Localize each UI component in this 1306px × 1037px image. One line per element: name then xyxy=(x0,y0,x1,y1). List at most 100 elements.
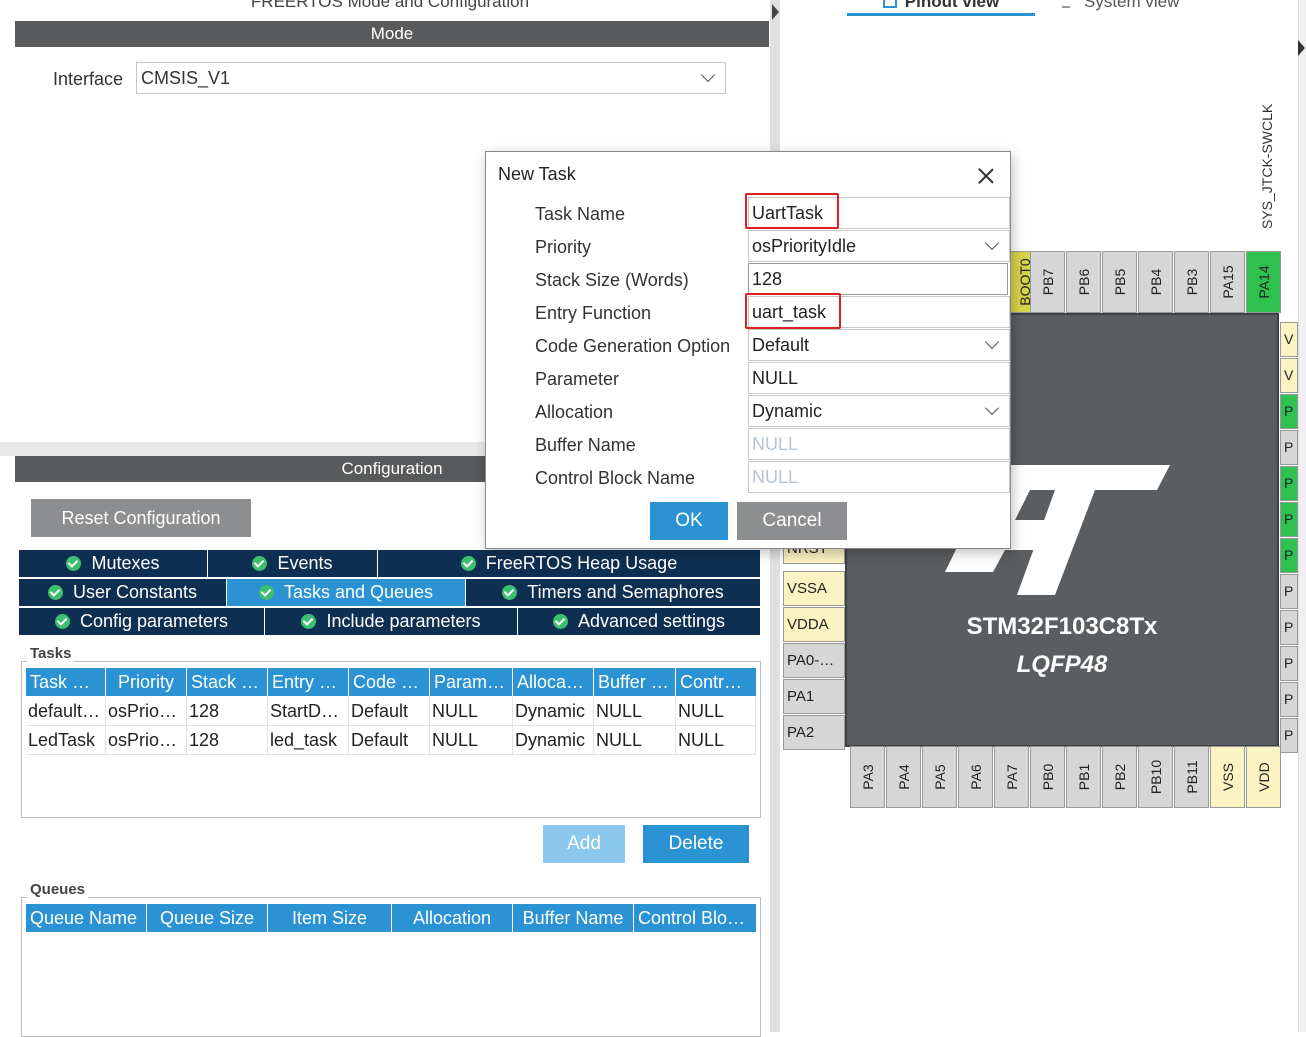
pin-pa1[interactable]: PA1 xyxy=(783,679,845,714)
tab-advanced-settings[interactable]: Advanced settings xyxy=(518,608,760,635)
task-cell: NULL xyxy=(594,726,676,755)
tab-tasks-and-queues[interactable]: Tasks and Queues xyxy=(227,579,466,606)
pin-right[interactable]: P xyxy=(1280,682,1298,717)
pin-vdda[interactable]: VDDA xyxy=(783,607,845,642)
pin-right[interactable]: P xyxy=(1280,430,1298,465)
task-cell: default… xyxy=(26,697,106,726)
add-task-button[interactable]: Add xyxy=(543,825,625,863)
tab-config-parameters[interactable]: Config parameters xyxy=(19,608,265,635)
pin-pb4[interactable]: PB4 xyxy=(1138,251,1173,313)
tab-mutexes[interactable]: Mutexes xyxy=(19,550,208,577)
tab-include-parameters[interactable]: Include parameters xyxy=(265,608,518,635)
control-block-name-input[interactable]: NULL xyxy=(748,461,1010,493)
control-block-name-label: Control Block Name xyxy=(535,468,696,488)
tasks-col-allocation[interactable]: Allocat… xyxy=(513,668,594,696)
pin-vss[interactable]: VSS xyxy=(1210,746,1245,808)
interface-value: CMSIS_V1 xyxy=(141,68,231,88)
pin-pa6[interactable]: PA6 xyxy=(958,746,993,808)
queues-col-queue-name[interactable]: Queue Name xyxy=(26,904,147,932)
pin-right[interactable]: P xyxy=(1280,610,1298,645)
queues-col-queue-size[interactable]: Queue Size xyxy=(147,904,268,932)
interface-select[interactable]: CMSIS_V1 xyxy=(136,62,726,94)
tasks-col-control[interactable]: Contro… xyxy=(676,668,756,696)
pin-pb5[interactable]: PB5 xyxy=(1102,251,1137,313)
tasks-col-code[interactable]: Code … xyxy=(349,668,430,696)
tasks-col-entry[interactable]: Entry … xyxy=(268,668,349,696)
pin-right[interactable]: V xyxy=(1280,322,1298,357)
stack-size-label: Stack Size (Words) xyxy=(535,270,689,290)
priority-select[interactable]: osPriorityIdle xyxy=(748,230,1010,262)
delete-task-button[interactable]: Delete xyxy=(643,825,749,863)
task-cell: osPrio… xyxy=(106,697,187,726)
pin-pb1[interactable]: PB1 xyxy=(1066,746,1101,808)
pin-right[interactable]: P xyxy=(1280,394,1298,429)
dialog-title: New Task xyxy=(498,164,576,184)
tab-freertos-heap-usage[interactable]: FreeRTOS Heap Usage xyxy=(378,550,760,577)
pin-pa15[interactable]: PA15 xyxy=(1210,251,1245,313)
highlight-box xyxy=(745,293,841,329)
collapse-arrow-icon[interactable] xyxy=(772,4,779,20)
panel-title: FREERTOS Mode and Configuration xyxy=(250,0,530,11)
buffer-name-input[interactable]: NULL xyxy=(748,428,1010,460)
pin-right[interactable]: V xyxy=(1280,358,1298,393)
pin-pa2[interactable]: PA2 xyxy=(783,715,845,750)
task-cell: NULL xyxy=(676,697,756,726)
vertical-scrollbar[interactable] xyxy=(1298,0,1306,1032)
pin-pb0[interactable]: PB0 xyxy=(1030,746,1065,808)
close-icon[interactable] xyxy=(974,164,998,188)
allocation-select[interactable]: Dynamic xyxy=(748,395,1010,427)
task-cell: Dynamic xyxy=(513,726,594,755)
pin-pa7[interactable]: PA7 xyxy=(994,746,1029,808)
pin-right[interactable]: P xyxy=(1280,646,1298,681)
pin-pb11[interactable]: PB11 xyxy=(1174,746,1209,808)
pin-pa4[interactable]: PA4 xyxy=(886,746,921,808)
tasks-col-priority[interactable]: Priority xyxy=(106,668,187,696)
check-circle-icon xyxy=(552,614,568,629)
tab-user-constants[interactable]: User Constants xyxy=(19,579,227,606)
pin-pb6[interactable]: PB6 xyxy=(1066,251,1101,313)
expand-arrow-icon[interactable] xyxy=(1298,40,1305,56)
task-cell: NULL xyxy=(430,726,513,755)
pin-pa14[interactable]: PA14 xyxy=(1246,251,1281,313)
tasks-col-task-name[interactable]: Task … xyxy=(26,668,106,696)
pin-right[interactable]: P xyxy=(1280,574,1298,609)
task-cell: Dynamic xyxy=(513,697,594,726)
pin-pa3[interactable]: PA3 xyxy=(850,746,885,808)
queues-col-buffer-name[interactable]: Buffer Name xyxy=(513,904,634,932)
chevron-down-icon xyxy=(700,67,716,83)
pin-right[interactable]: P xyxy=(1280,538,1298,573)
ok-button[interactable]: OK xyxy=(650,502,728,540)
tab-events[interactable]: Events xyxy=(208,550,378,577)
queues-col-allocation[interactable]: Allocation xyxy=(392,904,513,932)
reset-configuration-button[interactable]: Reset Configuration xyxy=(31,499,251,537)
pin-pb2[interactable]: PB2 xyxy=(1102,746,1137,808)
queues-col-control-block[interactable]: Control Blo… xyxy=(634,904,756,932)
highlight-box xyxy=(745,193,839,229)
pin-vssa[interactable]: VSSA xyxy=(783,571,845,606)
tasks-col-stack[interactable]: Stack … xyxy=(187,668,268,696)
pin-pa5[interactable]: PA5 xyxy=(922,746,957,808)
pin-right[interactable]: P xyxy=(1280,718,1298,753)
stack-size-input[interactable]: 128 xyxy=(748,263,1008,295)
pin-pa0[interactable]: PA0-… xyxy=(783,643,845,678)
task-cell: 128 xyxy=(187,726,268,755)
pin-pb3[interactable]: PB3 xyxy=(1174,251,1209,313)
task-cell: Default xyxy=(349,697,430,726)
queues-col-item-size[interactable]: Item Size xyxy=(268,904,392,932)
tab-system-view[interactable]: System view xyxy=(1062,0,1179,12)
list-icon xyxy=(1062,0,1070,8)
pin-pb10[interactable]: PB10 xyxy=(1138,746,1173,808)
pin-right[interactable]: P xyxy=(1280,502,1298,537)
task-cell: NULL xyxy=(594,697,676,726)
tab-timers-and-semaphores[interactable]: Timers and Semaphores xyxy=(466,579,760,606)
tasks-col-buffer[interactable]: Buffer … xyxy=(594,668,676,696)
code-generation-select[interactable]: Default xyxy=(748,329,1010,361)
parameter-input[interactable]: NULL xyxy=(748,362,1010,394)
tasks-col-parameter[interactable]: Param… xyxy=(430,668,513,696)
pin-right[interactable]: P xyxy=(1280,466,1298,501)
pin-pb7[interactable]: PB7 xyxy=(1030,251,1065,313)
chevron-down-icon xyxy=(984,400,1000,416)
check-circle-icon xyxy=(66,556,82,571)
pin-vdd[interactable]: VDD xyxy=(1246,746,1281,808)
cancel-button[interactable]: Cancel xyxy=(737,502,847,540)
